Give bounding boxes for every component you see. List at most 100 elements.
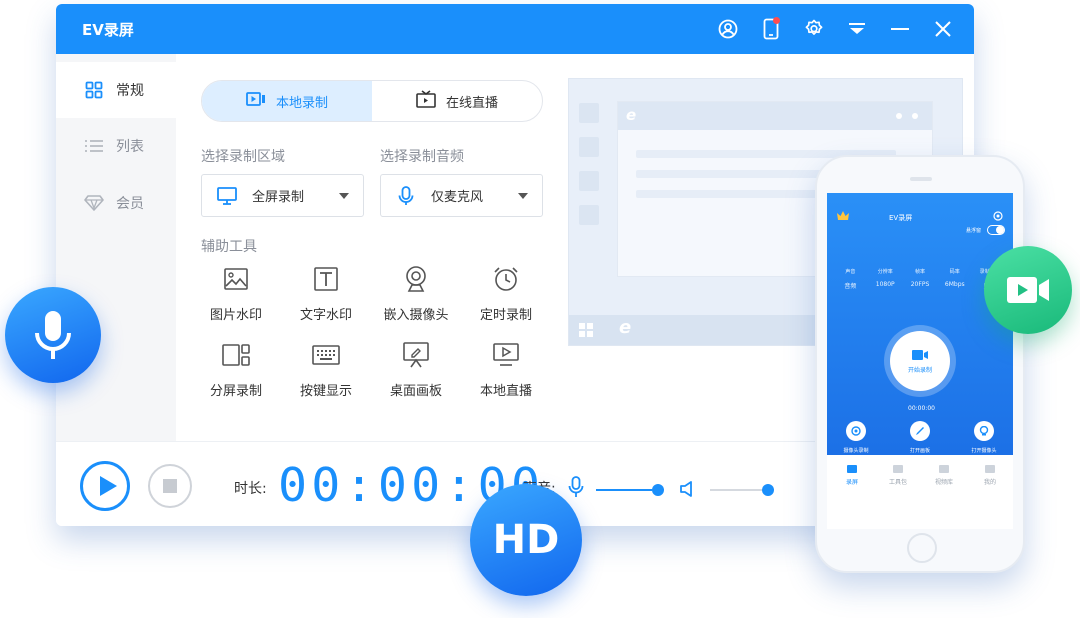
stop-button[interactable] [148,464,192,508]
duration-label: 时长: [234,478,267,498]
tool-split-screen[interactable]: 分屏录制 [194,340,278,404]
microphone-badge [5,287,101,383]
system-volume-slider[interactable] [710,489,764,491]
tab-live-stream[interactable]: 在线直播 [372,81,542,121]
drawing-board-icon [401,340,431,370]
audio-value: 仅麦克风 [431,186,483,205]
phone-tab-library[interactable]: 视频库 [921,465,967,486]
tab-label: 视频库 [935,477,953,486]
desktop-tile [579,103,599,123]
system-volume-knob[interactable] [762,484,774,496]
tool-label: 按键显示 [300,380,352,399]
webcam-icon [974,421,994,441]
sidebar-item-vip[interactable]: 会员 [56,175,176,231]
tool-local-live[interactable]: 本地直播 [464,340,548,404]
stat-value: 音频 [844,281,856,290]
phone-tab-record[interactable]: 录屏 [829,465,875,486]
mode-tabs: 本地录制 在线直播 [201,80,543,122]
func-label: 打开摄像头 [971,447,996,454]
stat-label: 声音 [845,268,855,275]
tool-scheduled-record[interactable]: 定时录制 [464,264,548,328]
region-select[interactable]: 全屏录制 [201,174,364,217]
tab-label: 工具包 [889,477,907,486]
alarm-clock-icon [491,264,521,294]
tool-desktop-board[interactable]: 桌面画板 [374,340,458,404]
stat-item: 分辨率 1080P [868,268,903,302]
tab-icon [939,465,949,473]
phone-mockup: EV录屏 悬浮窗 声音音频 分辨率1080P 帧率20FPS 码率6Mbps 录… [815,155,1025,573]
diamond-icon [84,193,104,213]
app-title: EV录屏 [82,19,134,40]
chevron-down-icon [339,193,349,199]
tool-label: 定时录制 [480,304,532,323]
tool-key-display[interactable]: 按键显示 [284,340,368,404]
tab-label: 在线直播 [446,92,498,111]
func-label: 打开画板 [910,447,930,454]
tab-icon [893,465,903,473]
func-open-board[interactable]: 打开画板 [897,421,943,454]
keyboard-icon [311,340,341,370]
play-button[interactable] [80,461,130,511]
desktop-tile [579,205,599,225]
func-camera-record[interactable]: 摄像头录制 [833,421,879,454]
tool-label: 图片水印 [210,304,262,323]
tool-text-watermark[interactable]: 文字水印 [284,264,368,328]
phone-icon[interactable] [749,14,792,44]
video-camera-icon [1005,274,1051,306]
split-screen-icon [221,340,251,370]
crown-icon [837,211,849,221]
phone-tab-tools[interactable]: 工具包 [875,465,921,486]
close-icon[interactable] [921,14,964,44]
stat-value: 20FPS [911,281,930,288]
tool-label: 桌面画板 [390,380,442,399]
tool-image-watermark[interactable]: 图片水印 [194,264,278,328]
tv-icon [416,90,436,112]
stat-item: 帧率 20FPS [903,268,938,302]
start-record-button[interactable]: 开始录制 [890,331,950,391]
mic-volume-knob[interactable] [652,484,664,496]
window-dot [896,113,902,119]
notification-dot [773,17,780,24]
tools-label: 辅助工具 [201,236,257,256]
browser-e-icon: e [626,106,636,124]
settings-icon[interactable] [792,14,835,44]
mic-volume-slider[interactable] [596,489,652,491]
chevron-down-icon [518,193,528,199]
tab-icon [847,465,857,473]
tab-local-record[interactable]: 本地录制 [202,81,372,121]
sidebar-item-label: 会员 [116,193,144,213]
func-open-camera[interactable]: 打开摄像头 [961,421,1007,454]
audio-label: 选择录制音频 [380,146,464,166]
user-icon[interactable] [706,14,749,44]
image-icon [221,264,251,294]
stat-value: 1080P [876,281,895,288]
placeholder-line [636,170,836,178]
stat-label: 分辨率 [878,268,893,275]
float-window-toggle[interactable] [987,225,1005,235]
grid-icon [84,80,104,100]
microphone-icon [395,185,417,207]
screen-play-icon [491,340,521,370]
func-label: 摄像头录制 [843,447,868,454]
tool-embed-camera[interactable]: 嵌入摄像头 [374,264,458,328]
phone-app-title: EV录屏 [889,213,912,223]
minimize-icon[interactable] [878,14,921,44]
stat-item: 码率6Mbps [937,268,972,302]
phone-speaker [910,177,932,181]
titlebar: EV录屏 [56,4,974,54]
audio-select[interactable]: 仅麦克风 [380,174,543,217]
preview-window-bar: e [618,102,932,130]
stats-row: 声音音频 分辨率1080P 帧率20FPS 码率6Mbps 录制方向竖屏 [833,268,1007,302]
region-label: 选择录制区域 [201,146,285,166]
stat-label: 帧率 [915,268,925,275]
microphone-icon [568,476,584,498]
pen-icon [910,421,930,441]
tab-label: 我的 [984,477,996,486]
tab-icon [985,465,995,473]
sidebar-item-general[interactable]: 常规 [56,62,176,118]
camera-badge [984,246,1072,334]
phone-tab-mine[interactable]: 我的 [967,465,1013,486]
menu-icon[interactable] [835,14,878,44]
sidebar-item-list[interactable]: 列表 [56,118,176,174]
tab-label: 本地录制 [276,92,328,111]
